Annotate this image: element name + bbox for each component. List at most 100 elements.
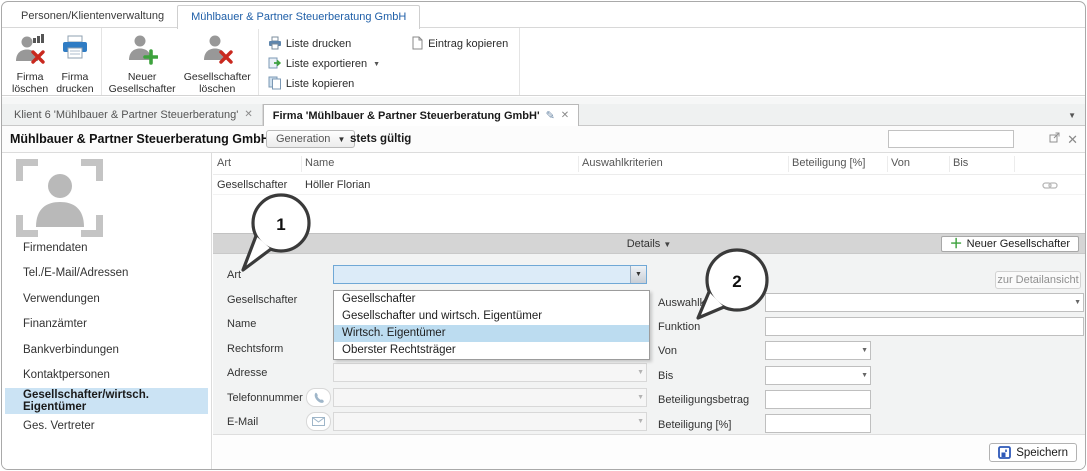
neuer-gesellschafter-inline-button[interactable]: ＋ Neuer Gesellschafter	[941, 236, 1079, 252]
person-delete-icon	[201, 33, 233, 71]
speichern-button[interactable]: Speichern	[989, 443, 1077, 462]
validity-label: stets gültig	[350, 133, 411, 145]
application-window: Personen/Klientenverwaltung Mühlbauer & …	[1, 1, 1086, 470]
label-bis: Bis	[658, 370, 673, 382]
tab-list-dropdown-icon[interactable]: ▼	[1068, 111, 1076, 120]
liste-kopieren-button[interactable]: Liste kopieren	[268, 77, 380, 91]
sidebar-nav: Firmendaten Tel./E-Mail/Adressen Verwend…	[2, 235, 211, 439]
panel-header: Mühlbauer & Partner Steuerberatung GmbH …	[2, 126, 1085, 153]
liste-drucken-button[interactable]: Liste drucken	[268, 37, 380, 51]
dropdown-option-oberster-rechtstraeger[interactable]: Oberster Rechtsträger	[334, 342, 649, 359]
button-label: Gesellschafter	[184, 71, 251, 84]
table-row[interactable]: Gesellschafter Höller Florian	[213, 175, 1085, 195]
doc-tab-firma[interactable]: Firma 'Mühlbauer & Partner Steuerberatun…	[263, 104, 579, 126]
generation-dropdown-button[interactable]: Generation ▼	[266, 130, 355, 148]
beteiligung-prozent-input[interactable]	[765, 414, 871, 433]
dropdown-option-gesellschafter-und-wirtsch-eigentuemer[interactable]: Gesellschafter und wirtsch. Eigentümer	[334, 308, 649, 325]
sidebar-item-finanzaemter[interactable]: Finanzämter	[5, 312, 208, 338]
column-header-name[interactable]: Name	[305, 157, 334, 169]
column-header-beteiligung[interactable]: Beteiligung [%]	[792, 157, 865, 169]
generation-label: Generation	[276, 133, 330, 145]
auswahlkriterien-combobox[interactable]: ▼	[765, 293, 1084, 312]
von-combobox[interactable]: ▼	[765, 341, 871, 360]
company-photo-placeholder	[16, 159, 103, 237]
printer-small-icon	[268, 36, 282, 53]
dropdown-option-gesellschafter[interactable]: Gesellschafter	[334, 291, 649, 308]
button-label: Neuer Gesellschafter	[967, 238, 1070, 250]
column-header-von[interactable]: Von	[891, 157, 910, 169]
adresse-combobox[interactable]: ▼	[333, 363, 647, 382]
ribbon-tab-muehlbauer[interactable]: Mühlbauer & Partner Steuerberatung GmbH	[177, 5, 420, 29]
column-header-art[interactable]: Art	[217, 157, 231, 169]
chevron-down-icon: ▼	[337, 135, 345, 144]
email-button[interactable]	[306, 412, 331, 431]
bis-combobox[interactable]: ▼	[765, 366, 871, 385]
button-label: Liste kopieren	[286, 78, 355, 90]
chevron-down-icon: ▼	[373, 61, 380, 68]
label-auswahlkriterien: Auswahlkriterien	[658, 297, 739, 309]
plus-icon: ＋	[950, 239, 963, 249]
label-telefonnummer: Telefonnummer	[227, 392, 303, 404]
sidebar-item-kontaktpersonen[interactable]: Kontaktpersonen	[5, 363, 208, 389]
sidebar-item-bankverbindungen[interactable]: Bankverbindungen	[5, 337, 208, 363]
sidebar-item-tel-email-adressen[interactable]: Tel./E-Mail/Adressen	[5, 261, 208, 287]
funktion-input[interactable]	[765, 317, 1084, 336]
person-delete-icon	[14, 33, 46, 71]
label-name: Name	[227, 318, 256, 330]
sidebar-item-firmendaten[interactable]: Firmendaten	[5, 235, 208, 261]
art-dropdown-list: Gesellschafter Gesellschafter und wirtsc…	[333, 290, 650, 360]
telefonnummer-combobox[interactable]: ▼	[333, 388, 647, 407]
label-adresse: Adresse	[227, 367, 267, 379]
email-combobox[interactable]: ▼	[333, 412, 647, 431]
popout-icon[interactable]	[1049, 132, 1060, 146]
label-email: E-Mail	[227, 416, 258, 428]
eintrag-kopieren-button[interactable]: Eintrag kopieren	[410, 37, 508, 51]
close-icon[interactable]: ✕	[1067, 134, 1078, 145]
art-combobox[interactable]: ▼	[333, 265, 647, 284]
label-funktion: Funktion	[658, 321, 700, 333]
zur-detailansicht-button[interactable]: zur Detailansicht	[995, 271, 1081, 289]
toolbar-group-firma: Firma löschen Firma drucken	[5, 28, 102, 95]
button-label: Neuer	[128, 71, 157, 84]
ribbon-separator-strip	[2, 97, 1085, 104]
button-label: drucken	[56, 83, 93, 96]
ribbon-tab-strip: Personen/Klientenverwaltung Mühlbauer & …	[8, 5, 420, 28]
bottom-bar: Speichern	[213, 434, 1085, 469]
close-icon[interactable]: ✕	[244, 109, 252, 120]
label-von: Von	[658, 345, 677, 357]
dropdown-option-wirtsch-eigentuemer[interactable]: Wirtsch. Eigentümer	[334, 325, 649, 342]
phone-button[interactable]	[306, 388, 331, 407]
neuer-gesellschafter-button[interactable]: Neuer Gesellschafter	[105, 30, 180, 95]
person-silhouette-icon	[33, 171, 87, 227]
sidebar-item-verwendungen[interactable]: Verwendungen	[5, 286, 208, 312]
envelope-icon	[312, 417, 325, 426]
label-gesellschafter: Gesellschafter	[227, 294, 297, 306]
sidebar-item-ges-vertreter[interactable]: Ges. Vertreter	[5, 414, 208, 440]
gesellschafter-loeschen-button[interactable]: Gesellschafter löschen	[180, 30, 255, 95]
button-label: Liste exportieren	[286, 58, 367, 70]
ribbon-tab-personen[interactable]: Personen/Klientenverwaltung	[8, 5, 177, 28]
phone-icon	[313, 392, 325, 404]
chevron-down-icon[interactable]: ▼	[630, 266, 646, 283]
sidebar-item-gesellschafter[interactable]: Gesellschafter/wirtsch. Eigentümer	[5, 388, 208, 414]
details-label: Details	[627, 238, 661, 250]
export-icon	[268, 56, 282, 73]
liste-exportieren-button[interactable]: Liste exportieren ▼	[268, 57, 380, 71]
search-input[interactable]	[888, 130, 1014, 148]
person-add-icon	[126, 33, 158, 71]
details-form: Art Gesellschafter Name Rechtsform Adres…	[213, 254, 1085, 434]
column-header-auswahlkriterien[interactable]: Auswahlkriterien	[582, 157, 663, 169]
toolbar-group-gesellschafter: Neuer Gesellschafter Gesellschafter lösc…	[102, 28, 259, 95]
sidebar: Firmendaten Tel./E-Mail/Adressen Verwend…	[2, 153, 212, 469]
button-label: Firma	[17, 71, 44, 84]
firma-drucken-button[interactable]: Firma drucken	[52, 30, 97, 95]
close-icon[interactable]: ✕	[561, 110, 569, 121]
column-header-bis[interactable]: Bis	[953, 157, 968, 169]
save-icon	[998, 446, 1011, 459]
beteiligungsbetrag-input[interactable]	[765, 390, 871, 409]
button-label: löschen	[12, 83, 48, 96]
doc-tab-klient6[interactable]: Klient 6 'Mühlbauer & Partner Steuerbera…	[5, 104, 263, 125]
button-label: Eintrag kopieren	[428, 38, 508, 50]
button-label: Firma	[61, 71, 88, 84]
firma-loeschen-button[interactable]: Firma löschen	[8, 30, 52, 95]
